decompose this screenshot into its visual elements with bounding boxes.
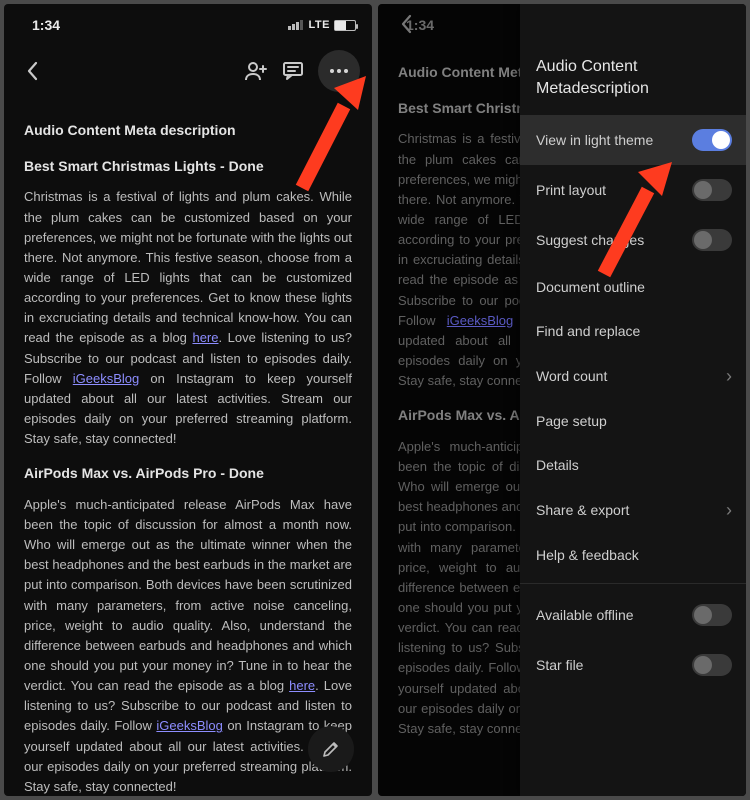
menu-word-count[interactable]: Word count ›: [520, 353, 746, 399]
document-body[interactable]: Audio Content Meta description Best Smar…: [4, 106, 372, 796]
more-icon: [329, 68, 349, 74]
overflow-menu-panel: Audio Content Metadescription View in li…: [520, 4, 746, 796]
menu-separator: [520, 583, 746, 584]
edit-fab[interactable]: [308, 726, 354, 772]
status-right: LTE: [288, 19, 356, 31]
menu-label: Details: [536, 457, 732, 473]
app-bar: [4, 40, 372, 106]
section-paragraph: Apple's much-anticipated release AirPods…: [24, 495, 352, 796]
share-person-icon[interactable]: [244, 61, 268, 81]
igeeksblog-link[interactable]: iGeeksBlog: [73, 371, 139, 386]
panel-list: View in light theme Print layout Suggest…: [520, 115, 746, 690]
toggle-available-offline[interactable]: [692, 604, 732, 626]
section-heading: Best Smart Christmas Lights - Done: [24, 156, 352, 178]
menu-share-export[interactable]: Share & export ›: [520, 487, 746, 533]
menu-label: Page setup: [536, 413, 732, 429]
network-label: LTE: [309, 19, 330, 31]
more-button[interactable]: [318, 50, 360, 92]
section-heading: AirPods Max vs. AirPods Pro - Done: [24, 463, 352, 485]
menu-label: Share & export: [536, 502, 726, 518]
toggle-suggest-changes[interactable]: [692, 229, 732, 251]
doc-title: Audio Content Meta description: [24, 120, 352, 142]
menu-star-file[interactable]: Star file: [520, 640, 746, 690]
menu-details[interactable]: Details: [520, 443, 746, 487]
menu-available-offline[interactable]: Available offline: [520, 590, 746, 640]
phone-right: 1:34 LTE Audio Content Meta description …: [378, 4, 746, 796]
menu-view-light-theme[interactable]: View in light theme: [520, 115, 746, 165]
menu-label: View in light theme: [536, 132, 692, 148]
igeeksblog-link: iGeeksBlog: [447, 313, 513, 328]
menu-label: Find and replace: [536, 323, 732, 339]
panel-title: Audio Content Metadescription: [520, 4, 746, 115]
chevron-right-icon: ›: [726, 367, 732, 385]
menu-label: Suggest changes: [536, 232, 692, 248]
pencil-icon: [321, 739, 341, 759]
menu-print-layout[interactable]: Print layout: [520, 165, 746, 215]
back-button: [390, 14, 422, 34]
blog-link[interactable]: here: [192, 330, 218, 345]
toggle-light-theme[interactable]: [692, 129, 732, 151]
toggle-star-file[interactable]: [692, 654, 732, 676]
menu-help-feedback[interactable]: Help & feedback: [520, 533, 746, 577]
menu-suggest-changes[interactable]: Suggest changes: [520, 215, 746, 265]
signal-icon: [288, 20, 303, 30]
menu-label: Help & feedback: [536, 547, 732, 563]
section-paragraph: Christmas is a festival of lights and pl…: [24, 187, 352, 449]
menu-label: Star file: [536, 657, 692, 673]
back-button[interactable]: [16, 61, 48, 81]
menu-label: Document outline: [536, 279, 732, 295]
clock: 1:34: [32, 17, 60, 33]
menu-document-outline[interactable]: Document outline: [520, 265, 746, 309]
menu-page-setup[interactable]: Page setup: [520, 399, 746, 443]
comment-icon[interactable]: [282, 61, 304, 81]
status-bar: 1:34 LTE: [4, 4, 372, 40]
menu-label: Word count: [536, 368, 726, 384]
menu-label: Available offline: [536, 607, 692, 623]
phone-left: 1:34 LTE: [4, 4, 372, 796]
toggle-print-layout[interactable]: [692, 179, 732, 201]
blog-link[interactable]: here: [289, 678, 315, 693]
menu-label: Print layout: [536, 182, 692, 198]
battery-icon: [334, 20, 356, 31]
menu-find-replace[interactable]: Find and replace: [520, 309, 746, 353]
chevron-right-icon: ›: [726, 501, 732, 519]
igeeksblog-link[interactable]: iGeeksBlog: [156, 718, 222, 733]
